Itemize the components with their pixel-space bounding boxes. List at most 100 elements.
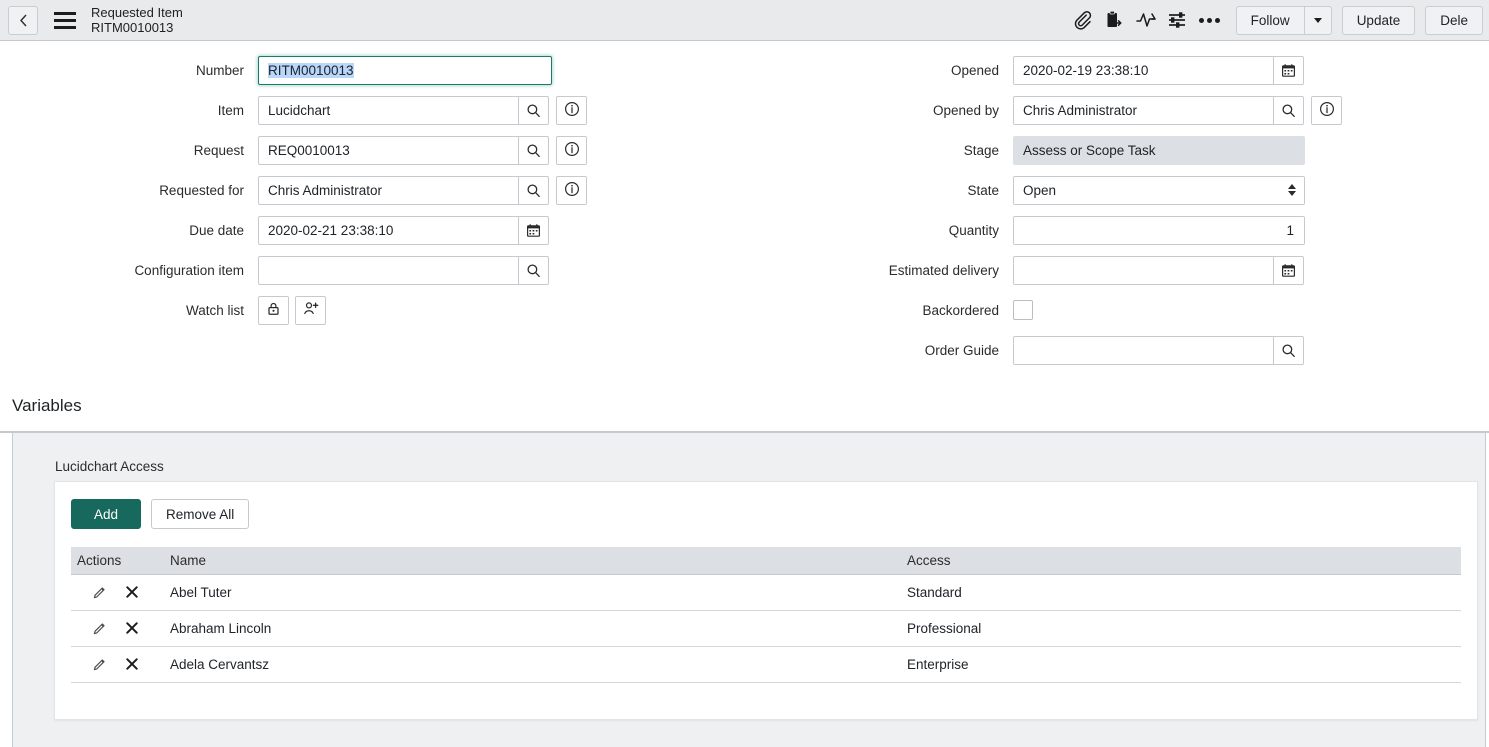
order-guide-lookup-button[interactable] [1273,335,1304,365]
field-row-watch-list: Watch list [0,290,745,330]
request-info-button[interactable] [556,135,587,165]
info-icon [564,181,580,200]
app-header: Requested Item RITM0010013 Follow Update… [0,0,1489,41]
column-header-actions: Actions [71,547,164,575]
record-number-label: RITM0010013 [91,20,174,35]
estimated-delivery-calendar-button[interactable] [1273,255,1304,285]
item-input[interactable] [258,95,518,125]
request-lookup-button[interactable] [518,135,549,165]
due-date-input[interactable] [258,215,518,245]
watch-list-lock-button[interactable] [258,295,289,325]
remove-all-button[interactable]: Remove All [151,499,250,529]
opened-calendar-button[interactable] [1273,55,1304,85]
info-icon [564,101,580,120]
due-date-label: Due date [189,222,244,238]
due-date-calendar-button[interactable] [518,215,549,245]
configuration-item-lookup-button[interactable] [518,255,549,285]
row-actions-cell [71,610,164,647]
request-label: Request [193,142,244,158]
follow-button[interactable]: Follow [1235,5,1304,35]
field-row-estimated-delivery: Estimated delivery [745,250,1489,290]
field-row-number: Number RITM0010013 [0,50,745,90]
activity-icon[interactable] [1130,4,1162,36]
sliders-icon[interactable] [1162,4,1194,36]
edit-icon[interactable] [91,656,108,673]
opened-input[interactable] [1013,55,1273,85]
requested-for-input[interactable] [258,175,518,205]
follow-dropdown-button[interactable] [1303,5,1332,35]
estimated-delivery-label: Estimated delivery [888,262,999,278]
back-button[interactable] [8,5,38,35]
search-icon [526,143,541,158]
number-input[interactable]: RITM0010013 [258,55,552,85]
stage-label: Stage [963,142,999,158]
field-row-request: Request [0,130,745,170]
info-icon [1319,101,1335,120]
watch-list-add-user-button[interactable] [295,295,326,325]
quantity-input[interactable] [1013,215,1305,245]
field-row-opened: Opened [745,50,1489,90]
variables-panel: Lucidchart Access Add Remove All Actions… [12,433,1486,747]
chevron-down-icon [1313,17,1322,23]
row-name-cell: Abraham Lincoln [164,610,901,647]
field-row-item: Item [0,90,745,130]
add-button[interactable]: Add [71,499,142,529]
row-actions-cell [71,574,164,611]
search-icon [1281,343,1296,358]
configuration-item-input[interactable] [258,255,518,285]
table-row: Abraham Lincoln Professional [71,610,1461,647]
item-info-button[interactable] [556,95,587,125]
variable-set-label: Lucidchart Access [55,459,164,474]
opened-by-input[interactable] [1013,95,1273,125]
edit-icon[interactable] [91,584,108,601]
estimated-delivery-input[interactable] [1013,255,1273,285]
item-lookup-button[interactable] [518,95,549,125]
field-row-quantity: Quantity [745,210,1489,250]
opened-by-lookup-button[interactable] [1273,95,1304,125]
variables-section-title: Variables [12,396,82,415]
column-header-name: Name [164,547,901,575]
field-row-due-date: Due date [0,210,745,250]
opened-by-info-button[interactable] [1311,95,1342,125]
attachment-icon[interactable] [1066,4,1098,36]
number-input-value: RITM0010013 [268,62,354,78]
backordered-checkbox[interactable] [1013,300,1033,320]
delete-row-icon[interactable] [123,620,140,637]
number-label: Number [195,62,244,78]
calendar-icon [1281,263,1296,278]
row-actions-cell [71,646,164,683]
search-icon [526,263,541,278]
calendar-icon [526,223,541,238]
table-row: Abel Tuter Standard [71,574,1461,611]
search-icon [526,183,541,198]
variables-toolbar: Add Remove All [55,482,1477,529]
configuration-item-label: Configuration item [134,262,244,278]
calendar-icon [1281,63,1296,78]
request-input[interactable] [258,135,518,165]
update-button[interactable]: Update [1341,5,1416,35]
stage-value: Assess or Scope Task [1013,135,1305,165]
delete-row-icon[interactable] [123,584,140,601]
row-access-cell: Professional [901,610,1461,647]
search-icon [1281,103,1296,118]
requested-for-lookup-button[interactable] [518,175,549,205]
info-icon [564,141,580,160]
field-row-opened-by: Opened by [745,90,1489,130]
requested-for-info-button[interactable] [556,175,587,205]
order-guide-input[interactable] [1013,335,1273,365]
delete-row-icon[interactable] [123,656,140,673]
field-row-requested-for: Requested for [0,170,745,210]
lucidchart-access-card: Add Remove All Actions Name Access Abel … [54,481,1478,720]
hamburger-icon[interactable] [54,11,76,29]
more-options-icon[interactable] [1194,4,1226,36]
row-access-cell: Enterprise [901,646,1461,683]
edit-icon[interactable] [91,620,108,637]
clipboard-export-icon[interactable] [1098,4,1130,36]
record-form: Number RITM0010013 Item Lucidchart Reque… [0,41,1489,432]
field-row-configuration-item: Configuration item [0,250,745,290]
state-select[interactable] [1013,175,1305,205]
state-label: State [967,182,999,198]
chevron-left-icon [18,13,29,28]
search-icon [526,103,541,118]
delete-button[interactable]: Dele [1425,5,1483,35]
